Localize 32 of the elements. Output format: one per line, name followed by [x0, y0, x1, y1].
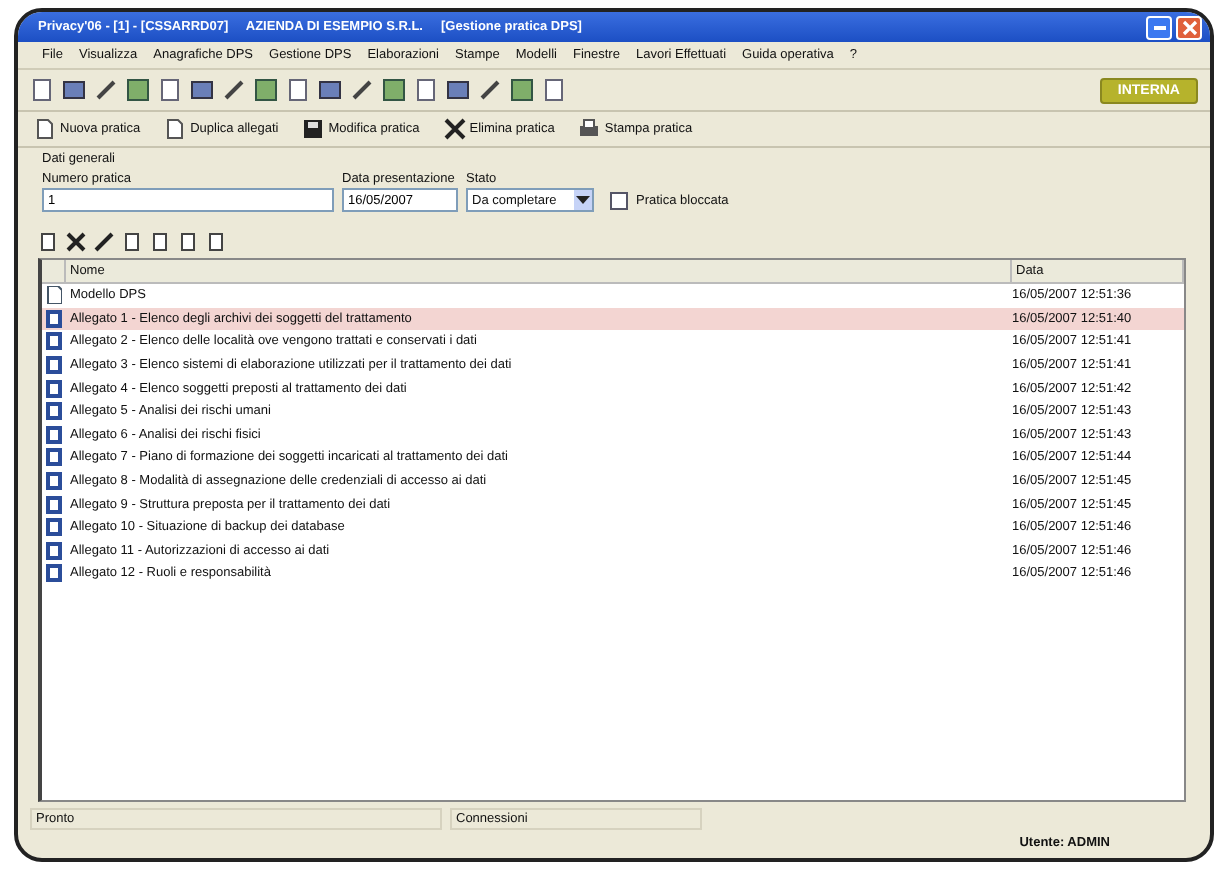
toolbar-icon[interactable]: [542, 78, 566, 102]
toolbar-icon[interactable]: [254, 78, 278, 102]
x-icon: [443, 118, 466, 140]
toolbar-icon[interactable]: [94, 78, 118, 102]
minimize-button[interactable]: [1146, 15, 1172, 39]
minimize-icon: [1153, 25, 1165, 29]
toolbar-icon[interactable]: [478, 78, 502, 102]
toolbar-icon[interactable]: [190, 78, 214, 102]
document-icon: [164, 118, 187, 140]
toolbar-icon[interactable]: [30, 78, 54, 102]
floppy-icon: [302, 118, 325, 140]
close-icon: [1181, 19, 1197, 35]
document-icon: [34, 118, 56, 140]
toolbar-icon[interactable]: [158, 78, 182, 102]
toolbar-icon[interactable]: [510, 78, 534, 102]
printer-icon: [578, 118, 601, 140]
toolbar-icon[interactable]: [350, 78, 374, 102]
toolbar-icon[interactable]: [126, 78, 150, 102]
caret-icon: [576, 196, 590, 204]
locked-checkbox[interactable]: [610, 192, 628, 210]
toolbar-icon[interactable]: [414, 78, 438, 102]
document-icon[interactable]: [38, 232, 58, 252]
pencil-icon[interactable]: [94, 232, 114, 252]
toolbar-icon[interactable]: [318, 78, 342, 102]
toolbar-icon[interactable]: [222, 78, 246, 102]
document-icon: [46, 286, 62, 305]
toolbar-icon[interactable]: [382, 78, 406, 102]
toolbar-icon[interactable]: [286, 78, 310, 102]
toolbar-icon[interactable]: [446, 78, 470, 102]
toolbar-icon[interactable]: [62, 78, 86, 102]
x-icon[interactable]: [66, 232, 86, 252]
close-button[interactable]: [1176, 15, 1202, 39]
